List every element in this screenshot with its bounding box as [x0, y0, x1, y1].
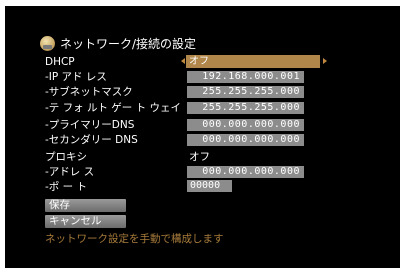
proxy-value[interactable]: オフ	[189, 150, 210, 164]
cancel-button[interactable]: キャンセル	[45, 215, 126, 228]
help-text: ネットワーク設定を手動で構成します	[45, 233, 224, 245]
arrow-left-icon[interactable]	[181, 58, 185, 64]
secondary-dns-label: -セカンダリー DNS	[45, 134, 138, 146]
network-icon	[40, 35, 55, 51]
save-button[interactable]: 保存	[45, 199, 126, 212]
proxy-label: プロキシ	[45, 151, 87, 163]
subnet-mask-field[interactable]: 255.255.255.000	[187, 86, 304, 98]
default-gateway-field[interactable]: 255.255.255.000	[187, 102, 304, 114]
dhcp-selector[interactable]: オフ	[186, 55, 320, 68]
port-field[interactable]: 00000	[187, 180, 232, 192]
primary-dns-label: -プライマリーDNS	[45, 119, 135, 131]
dhcp-label: DHCP	[45, 56, 75, 68]
page-title-text: ネットワーク/接続の設定	[60, 36, 197, 51]
proxy-address-field[interactable]: 000.000.000.000	[187, 166, 304, 178]
arrow-right-icon[interactable]	[323, 58, 327, 64]
subnet-mask-label: -サブネットマスク	[45, 86, 133, 98]
ip-address-field[interactable]: 192.168.000.001	[187, 71, 304, 83]
default-gateway-label: -テ フォ ルト ゲー ト ウェイ	[45, 102, 181, 114]
ip-address-label: -IP アド レス	[45, 71, 107, 83]
port-label: -ポ ー ト	[45, 181, 87, 193]
secondary-dns-field[interactable]: 000.000.000.000	[187, 134, 304, 146]
proxy-address-label: -アドレ ス	[45, 166, 95, 178]
primary-dns-field[interactable]: 000.000.000.000	[187, 119, 304, 131]
page-title: ネットワーク/接続の設定	[40, 34, 196, 52]
